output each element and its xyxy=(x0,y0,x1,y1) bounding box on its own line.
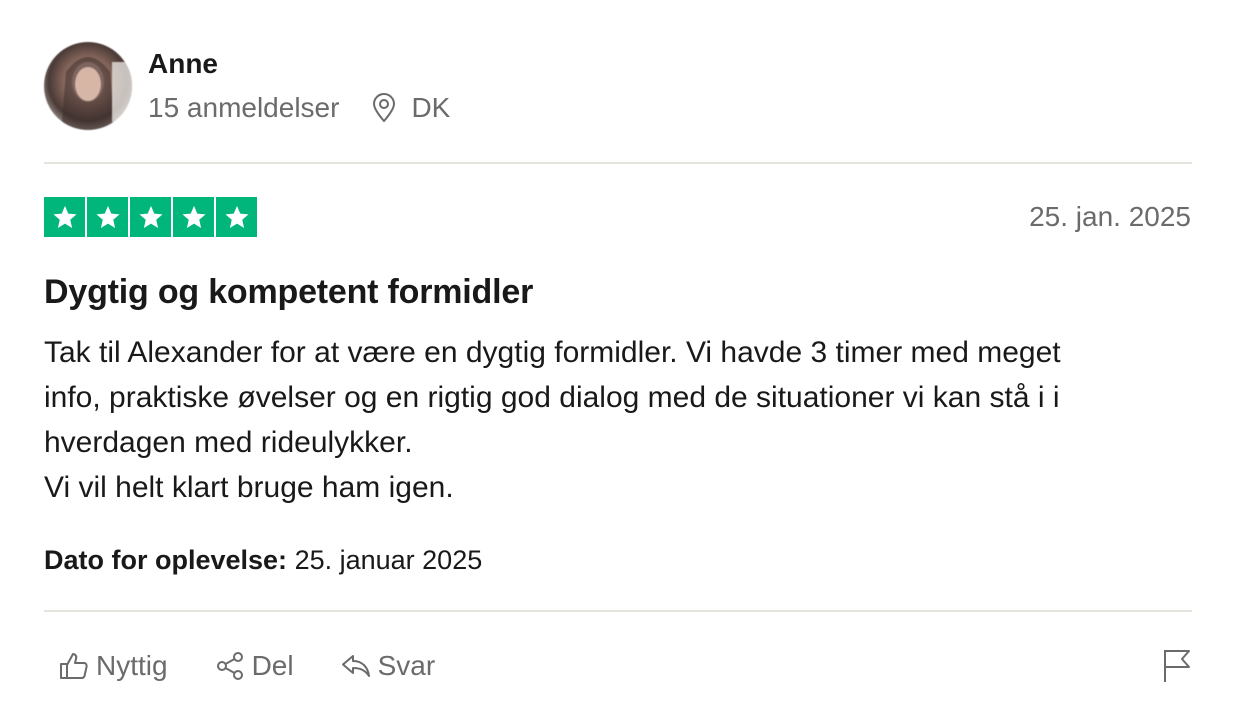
flag-icon xyxy=(1164,650,1190,682)
thumbs-up-icon xyxy=(60,653,88,679)
review-date: 25. jan. 2025 xyxy=(1029,201,1191,232)
footer-divider xyxy=(44,610,1192,612)
star-icon xyxy=(44,197,85,237)
share-label: Del xyxy=(251,650,294,681)
useful-label: Nyttig xyxy=(96,650,168,681)
review-body-line: hverdagen med rideulykker. xyxy=(44,426,413,459)
reviewer-location: DK xyxy=(371,92,450,124)
reply-label: Svar xyxy=(377,650,436,681)
review-body: Tak til Alexander for at være en dygtig … xyxy=(44,330,1194,510)
star-icon xyxy=(130,197,171,237)
location-pin-icon xyxy=(373,93,396,123)
review-body-line: info, praktiske øvelser og en rigtig god… xyxy=(44,381,1060,414)
report-flag-button[interactable] xyxy=(1160,647,1194,688)
reviewer-name[interactable]: Anne xyxy=(148,47,218,81)
review-body-line: Vi vil helt klart bruge ham igen. xyxy=(44,471,454,504)
reviewer-avatar[interactable] xyxy=(44,42,132,130)
experience-date-value: 25. januar 2025 xyxy=(294,545,483,575)
star-icon xyxy=(216,197,257,237)
star-icon xyxy=(87,197,128,237)
experience-date-label: Dato for oplevelse: xyxy=(44,545,288,575)
review-actions: Nyttig Del Svar xyxy=(58,644,481,688)
reviewer-meta: 15 anmeldelser DK xyxy=(148,90,450,126)
share-button[interactable]: Del xyxy=(214,650,294,682)
reply-icon xyxy=(341,655,370,677)
reply-button[interactable]: Svar xyxy=(340,650,436,682)
header-divider xyxy=(44,162,1192,164)
experience-date: Dato for oplevelse: 25. januar 2025 xyxy=(44,543,482,577)
review-title[interactable]: Dygtig og kompetent formidler xyxy=(44,272,533,312)
star-icon xyxy=(173,197,214,237)
review-card: Anne 15 anmeldelser DK 25. jan. 2025 Dyg… xyxy=(0,0,1234,714)
location-code: DK xyxy=(411,92,451,123)
share-icon xyxy=(216,652,243,680)
review-count: 15 anmeldelser xyxy=(148,92,340,123)
review-body-line: Tak til Alexander for at være en dygtig … xyxy=(44,336,1061,369)
useful-button[interactable]: Nyttig xyxy=(58,650,168,682)
star-rating xyxy=(44,197,257,237)
